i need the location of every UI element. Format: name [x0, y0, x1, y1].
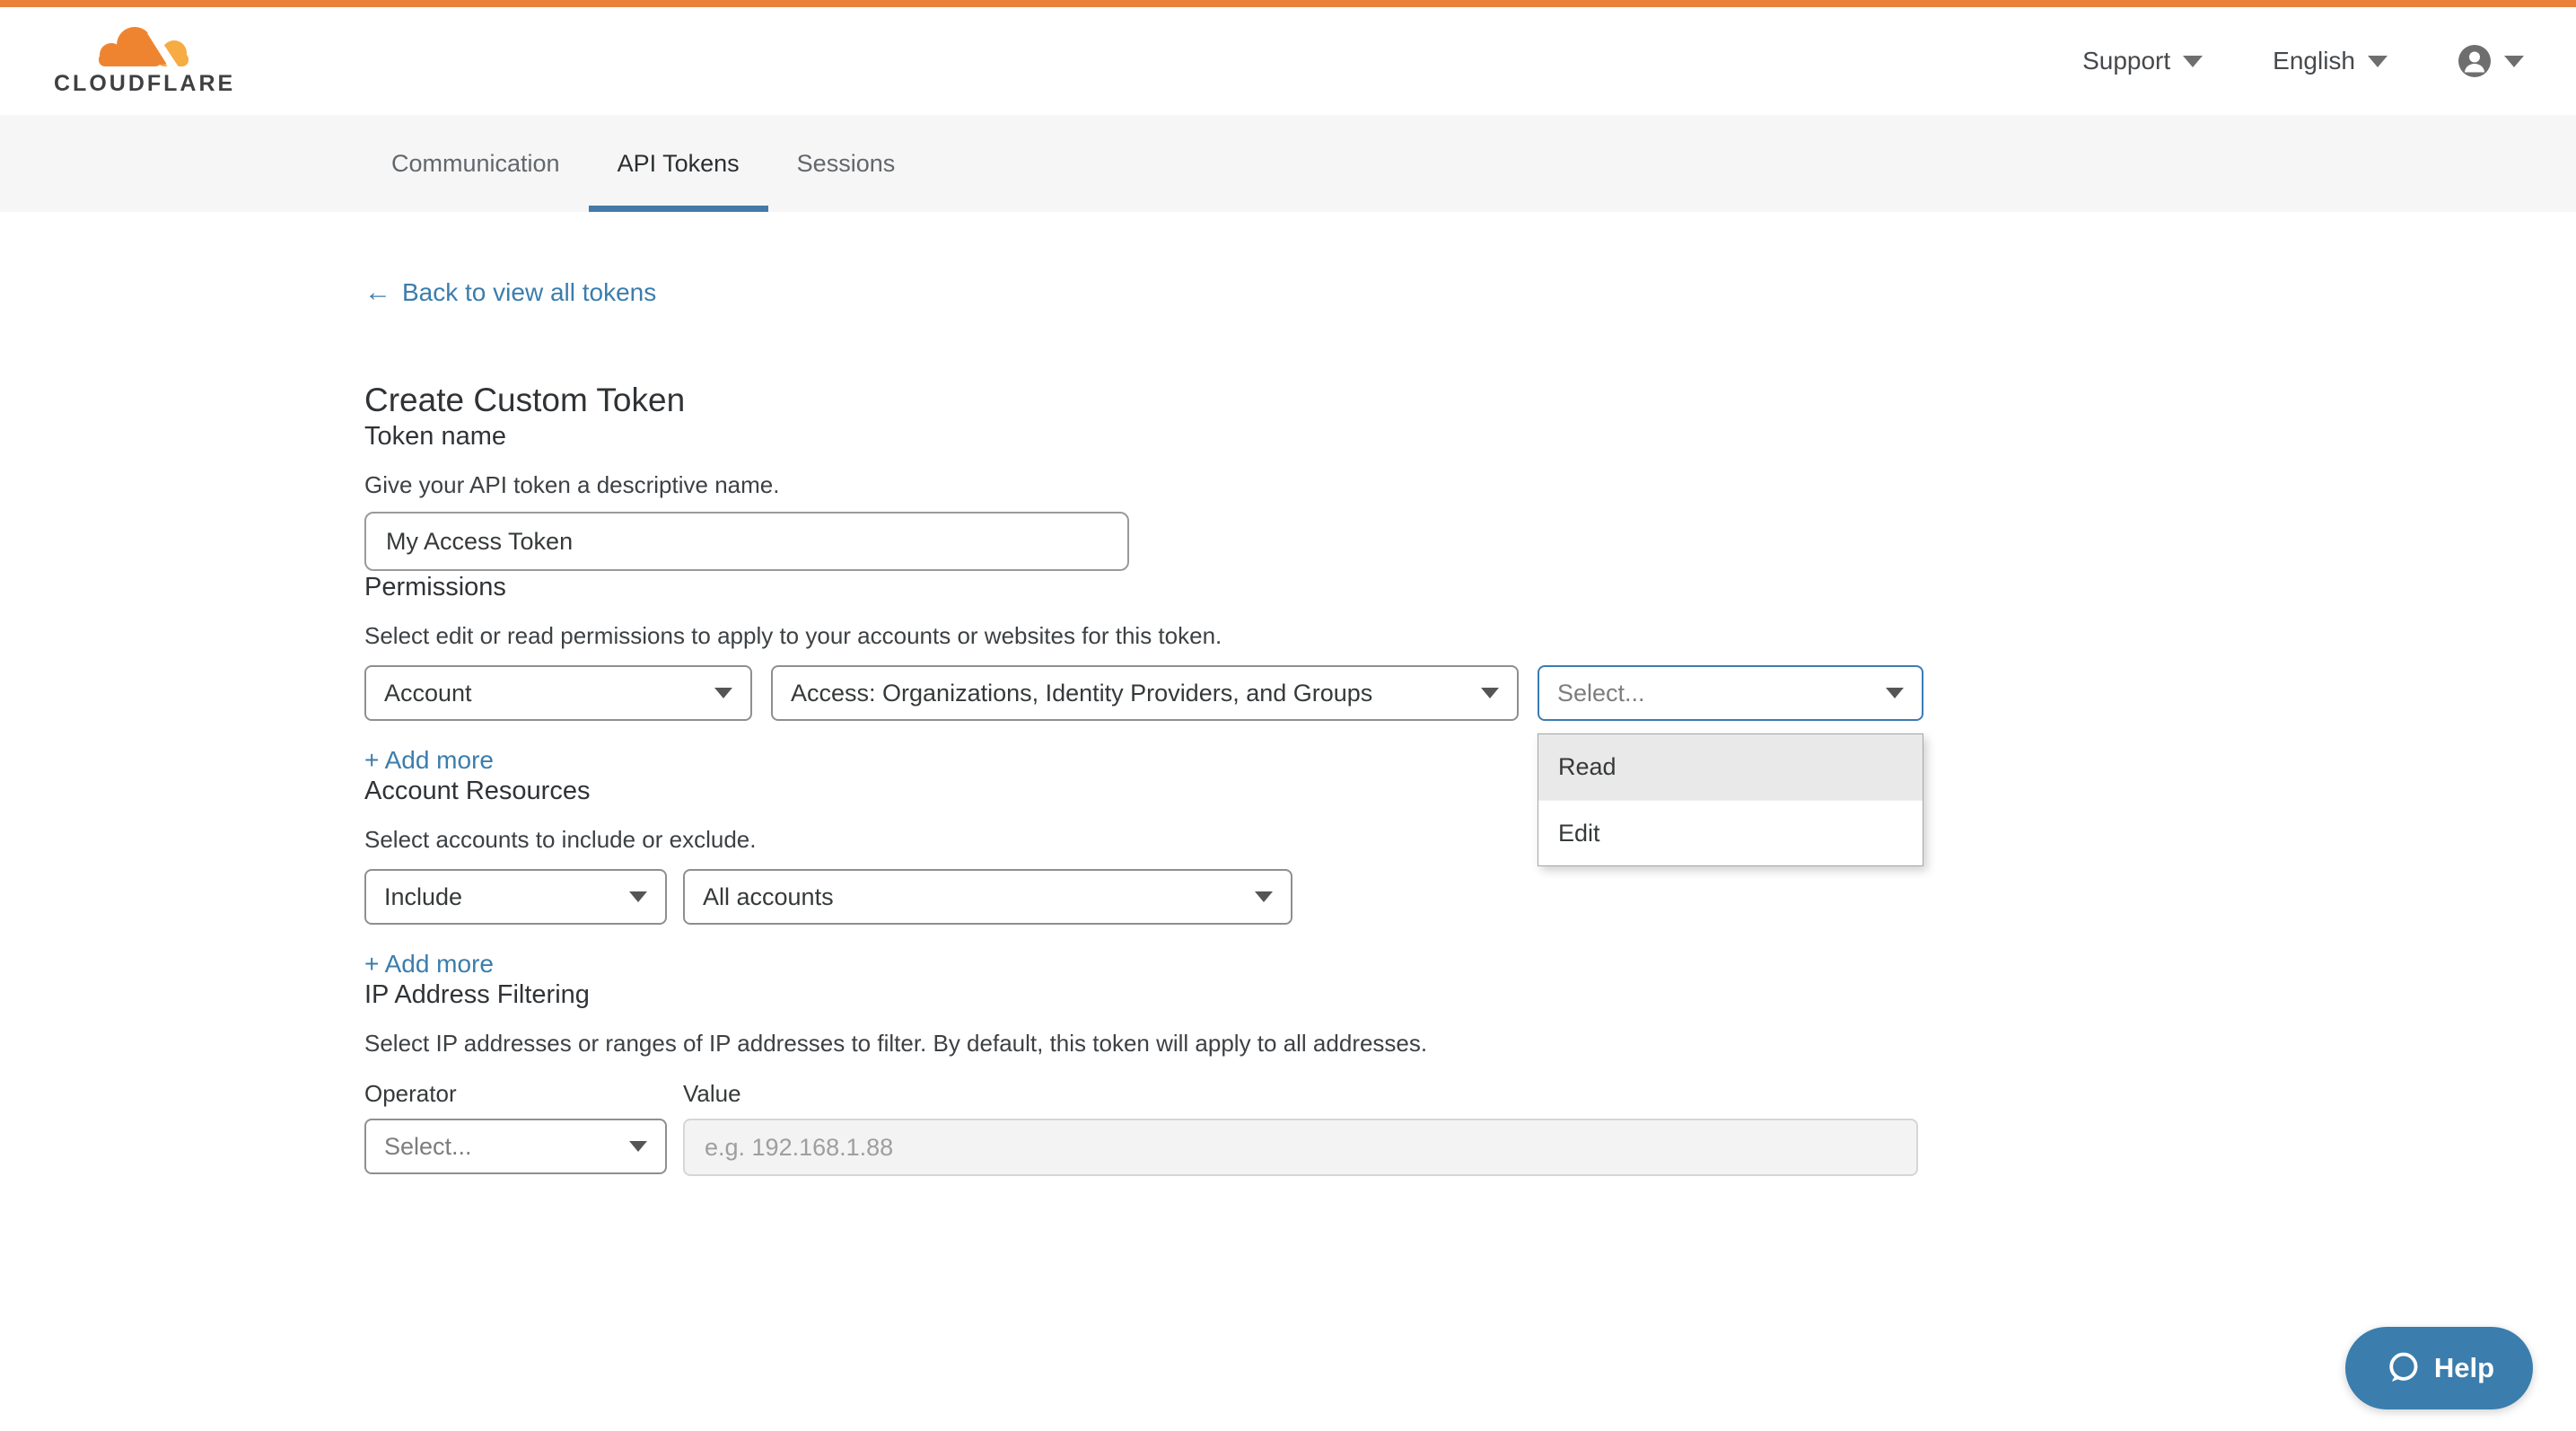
account-include-value: Include [384, 883, 462, 911]
chevron-down-icon [1481, 688, 1499, 698]
ip-filtering-row: Select... [364, 1119, 2576, 1176]
chevron-down-icon [1886, 688, 1904, 698]
permission-access-select[interactable]: Select... [1538, 665, 1923, 721]
chevron-down-icon [714, 688, 732, 698]
account-selection-select[interactable]: All accounts [683, 869, 1292, 925]
help-button[interactable]: Help [2345, 1327, 2533, 1409]
token-name-heading: Token name [364, 420, 2576, 452]
user-avatar-icon [2458, 44, 2492, 78]
permission-scope-select[interactable]: Account [364, 665, 752, 721]
chevron-down-icon [2368, 56, 2388, 67]
chevron-down-icon [2183, 56, 2203, 67]
tab-communication[interactable]: Communication [363, 115, 589, 212]
permission-scope-value: Account [384, 680, 472, 707]
account-menu[interactable] [2458, 44, 2524, 78]
ip-operator-select[interactable]: Select... [364, 1119, 667, 1174]
value-label: Value [683, 1079, 741, 1108]
ip-filtering-heading: IP Address Filtering [364, 979, 2576, 1011]
left-arrow-icon: ← [364, 279, 391, 306]
language-menu[interactable]: English [2273, 47, 2388, 75]
account-include-select[interactable]: Include [364, 869, 667, 925]
menu-option-read[interactable]: Read [1538, 734, 1923, 800]
chevron-down-icon [629, 1141, 647, 1152]
cloudflare-wordmark: CLOUDFLARE [54, 71, 235, 97]
help-button-label: Help [2434, 1352, 2494, 1384]
menu-option-edit[interactable]: Edit [1538, 800, 1923, 865]
cloudflare-cloud-icon [88, 26, 194, 73]
page-title: Create Custom Token [364, 381, 2576, 420]
chevron-down-icon [629, 891, 647, 902]
chat-bubble-icon [2384, 1349, 2422, 1387]
support-menu[interactable]: Support [2082, 47, 2203, 75]
permissions-description: Select edit or read permissions to apply… [364, 621, 2576, 650]
language-menu-label: English [2273, 47, 2355, 75]
account-resources-add-more-link[interactable]: + Add more [364, 950, 494, 979]
ip-filtering-labels: Operator Value [364, 1079, 2576, 1108]
permission-resource-select[interactable]: Access: Organizations, Identity Provider… [771, 665, 1519, 721]
tab-bar: Communication API Tokens Sessions [0, 115, 2576, 212]
main-content: ← Back to view all tokens Create Custom … [0, 212, 2576, 1176]
back-link-label: Back to view all tokens [402, 278, 656, 307]
operator-label: Operator [364, 1079, 667, 1108]
account-resources-row: Include All accounts [364, 869, 2576, 925]
permissions-row: Account Access: Organizations, Identity … [364, 665, 2576, 721]
account-selection-value: All accounts [703, 883, 834, 911]
top-accent-bar [0, 0, 2576, 7]
permission-resource-value: Access: Organizations, Identity Provider… [791, 680, 1372, 707]
account-resources-description: Select accounts to include or exclude. [364, 825, 2576, 854]
tab-sessions[interactable]: Sessions [768, 115, 924, 212]
access-level-dropdown-menu: Read Edit [1538, 733, 1923, 866]
header-right: Support English [2082, 44, 2524, 78]
ip-filtering-description: Select IP addresses or ranges of IP addr… [364, 1029, 2576, 1058]
back-to-tokens-link[interactable]: ← Back to view all tokens [364, 278, 656, 307]
support-menu-label: Support [2082, 47, 2170, 75]
chevron-down-icon [2504, 56, 2524, 67]
chevron-down-icon [1255, 891, 1273, 902]
header: CLOUDFLARE Support English [0, 7, 2576, 115]
permissions-heading: Permissions [364, 571, 2576, 603]
permission-access-placeholder: Select... [1557, 680, 1645, 707]
token-name-description: Give your API token a descriptive name. [364, 470, 2576, 499]
account-resources-heading: Account Resources [364, 775, 2576, 807]
cloudflare-logo[interactable]: CLOUDFLARE [54, 26, 197, 97]
ip-value-input[interactable] [683, 1119, 1918, 1176]
ip-operator-placeholder: Select... [384, 1133, 472, 1161]
token-name-input[interactable] [364, 512, 1129, 571]
tab-api-tokens[interactable]: API Tokens [589, 115, 768, 212]
permissions-add-more-link[interactable]: + Add more [364, 746, 494, 775]
